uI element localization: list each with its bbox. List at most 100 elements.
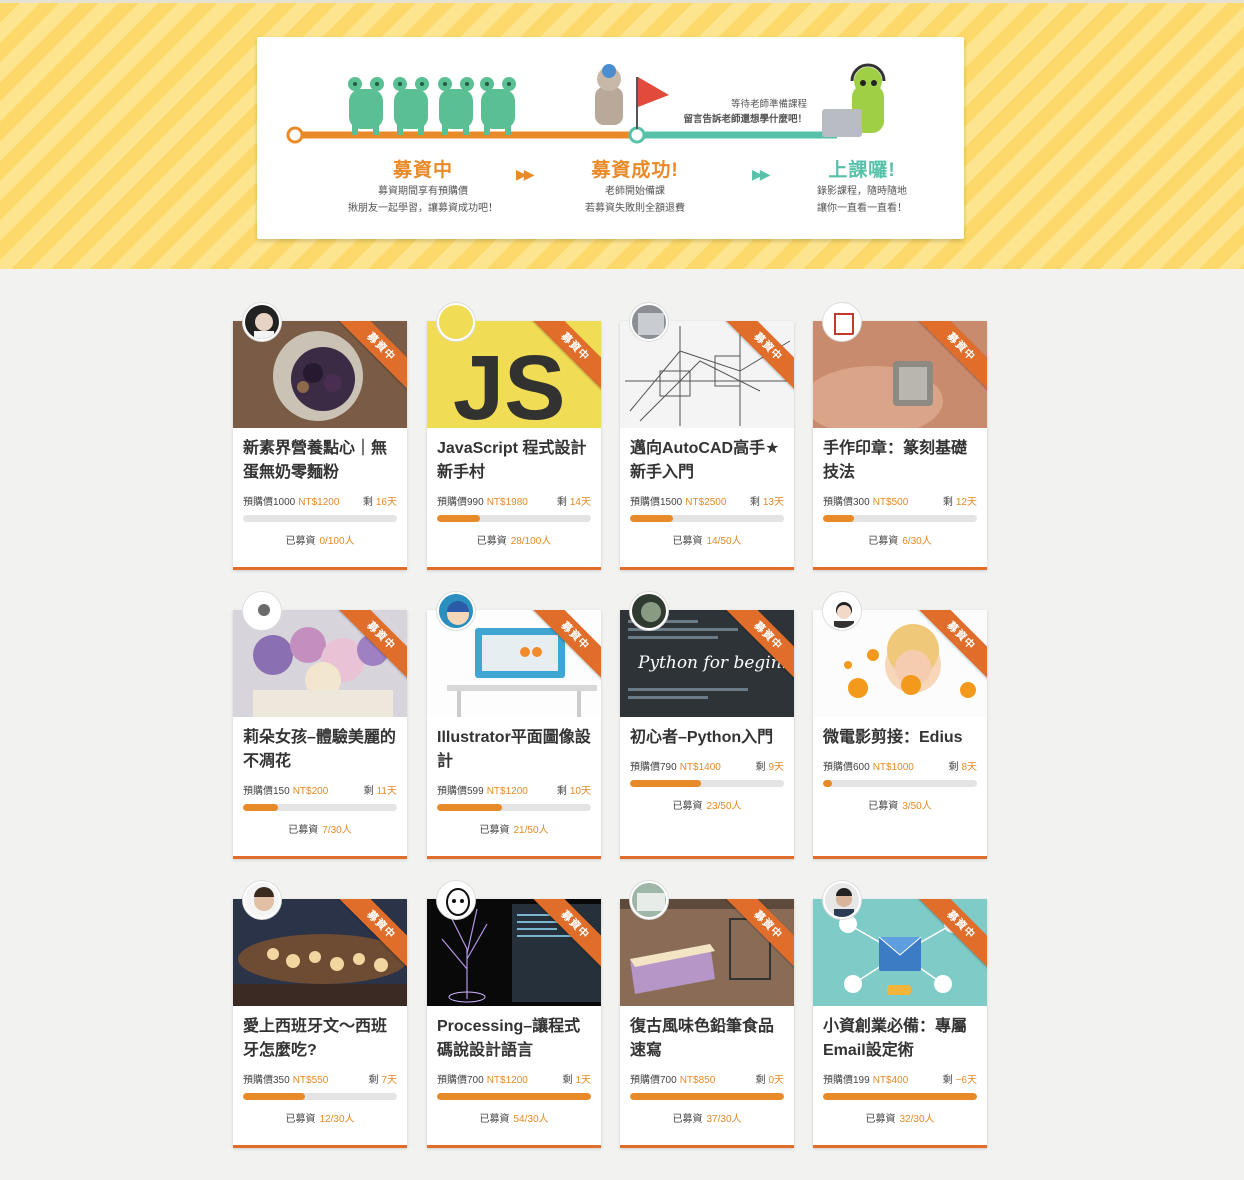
teacher-avatar[interactable] bbox=[630, 592, 668, 630]
course-card[interactable]: Python for beginners 募資中 初心者–Python入門 預購… bbox=[620, 592, 794, 859]
course-card[interactable]: 募資中 Illustrator平面圖像設計 預購價 599 NT$1200 剩 1… bbox=[427, 592, 601, 859]
course-title[interactable]: Processing–讓程式碼說設計語言 bbox=[427, 1006, 601, 1070]
note-line: 等待老師準備課程 bbox=[730, 99, 807, 110]
teacher-avatar[interactable] bbox=[243, 303, 281, 341]
teacher-avatar[interactable] bbox=[243, 881, 281, 919]
presale-price: 199 bbox=[853, 1075, 870, 1086]
presale-label: 預購價 bbox=[437, 786, 467, 797]
presale-label: 預購價 bbox=[630, 1075, 660, 1086]
teacher-avatar[interactable] bbox=[823, 303, 861, 341]
course-card[interactable]: 募資中 邁向AutoCAD高手★新手入門 預購價 1500 NT$2500 剩 1… bbox=[620, 303, 794, 570]
presale-price: 599 bbox=[467, 786, 484, 797]
teacher-avatar[interactable] bbox=[437, 303, 475, 341]
remaining-days: 1天 bbox=[575, 1075, 591, 1086]
remaining-label: 剩 bbox=[556, 786, 567, 797]
progress-fill bbox=[243, 804, 279, 811]
raised-count: 12/30人 bbox=[319, 1114, 355, 1125]
remaining-label: 剩 bbox=[562, 1075, 573, 1086]
presale-price: 150 bbox=[273, 786, 290, 797]
raised-count: 7/30人 bbox=[322, 825, 352, 836]
remaining-label: 剩 bbox=[755, 762, 766, 773]
original-price: NT$2500 bbox=[685, 497, 727, 508]
course-card[interactable]: 募資中 小資創業必備：專屬Email設定術 預購價 199 NT$400 剩 −6… bbox=[813, 881, 987, 1148]
course-title[interactable]: 復古風味色鉛筆食品速寫 bbox=[620, 1006, 794, 1070]
price-row: 預購價 990 NT$1980 剩 14天 bbox=[427, 496, 601, 510]
course-title[interactable]: 新素界營養點心｜無蛋無奶零麵粉 bbox=[233, 428, 407, 492]
course-card[interactable]: 募資中 愛上西班牙文～西班牙怎麼吃? 預購價 350 NT$550 剩 7天 已募… bbox=[233, 881, 407, 1148]
raised-row: 已募資 3/50人 bbox=[813, 797, 987, 812]
presale-price: 350 bbox=[273, 1075, 290, 1086]
course-title[interactable]: 愛上西班牙文～西班牙怎麼吃? bbox=[233, 1006, 407, 1070]
progress-fill bbox=[630, 1093, 784, 1100]
original-price: NT$1200 bbox=[486, 786, 528, 797]
step-fundraising: 募資中 募資期間享有預購價 揪朋友一起學習，讓募資成功吧！ bbox=[337, 155, 509, 216]
original-price: NT$1200 bbox=[486, 1075, 528, 1086]
progress-bar bbox=[243, 1093, 397, 1100]
raised-row: 已募資 0/100人 bbox=[233, 532, 407, 547]
presale-price: 790 bbox=[660, 762, 677, 773]
crowdfunding-process-panel: 募資中 募資期間享有預購價 揪朋友一起學習，讓募資成功吧！ ▶▶ 募資成功! 老… bbox=[257, 37, 964, 239]
frog-icon bbox=[393, 77, 429, 135]
step-funded: 募資成功! 老師開始備課 若募資失敗則全額退費 bbox=[560, 155, 710, 216]
progress-bar bbox=[823, 1093, 977, 1100]
raised-count: 0/100人 bbox=[319, 536, 355, 547]
hero-banner: 募資中 募資期間享有預購價 揪朋友一起學習，讓募資成功吧！ ▶▶ 募資成功! 老… bbox=[0, 0, 1244, 269]
presale-label: 預購價 bbox=[823, 1075, 853, 1086]
course-card[interactable]: 募資中 微電影剪接：Edius 預購價 600 NT$1000 剩 8天 已募資 3… bbox=[813, 592, 987, 859]
price-row: 預購價 790 NT$1400 剩 9天 bbox=[620, 761, 794, 775]
course-card[interactable]: 募資中 新素界營養點心｜無蛋無奶零麵粉 預購價 1000 NT$1200 剩 16… bbox=[233, 303, 407, 570]
teacher-avatar[interactable] bbox=[823, 881, 861, 919]
raised-row: 已募資 7/30人 bbox=[233, 821, 407, 836]
svg-text:JS: JS bbox=[453, 337, 566, 428]
course-title[interactable]: JavaScript 程式設計新手村 bbox=[427, 428, 601, 492]
step-desc: 讓你一直看一直看！ bbox=[817, 203, 907, 214]
remaining-label: 剩 bbox=[942, 1075, 953, 1086]
course-title[interactable]: 初心者–Python入門 bbox=[620, 717, 794, 757]
progress-bar bbox=[823, 515, 977, 522]
teacher-avatar[interactable] bbox=[437, 592, 475, 630]
frog-icon bbox=[480, 77, 516, 135]
progress-bar bbox=[243, 515, 397, 522]
course-card[interactable]: JS 募資中 JavaScript 程式設計新手村 預購價 990 NT$1980… bbox=[427, 303, 601, 570]
course-card[interactable]: 募資中 Processing–讓程式碼說設計語言 預購價 700 NT$1200 … bbox=[427, 881, 601, 1148]
course-title[interactable]: 邁向AutoCAD高手★新手入門 bbox=[620, 428, 794, 492]
laptop-frog-icon bbox=[822, 63, 886, 137]
progress-bar bbox=[630, 780, 784, 787]
course-card[interactable]: 募資中 莉朵女孩–體驗美麗的不凋花 預購價 150 NT$200 剩 11天 已募… bbox=[233, 592, 407, 859]
price-row: 預購價 1000 NT$1200 剩 16天 bbox=[233, 496, 407, 510]
presale-price: 1500 bbox=[660, 497, 683, 508]
raised-label: 已募資 bbox=[476, 536, 507, 547]
teacher-avatar[interactable] bbox=[437, 881, 475, 919]
raised-row: 已募資 28/100人 bbox=[427, 532, 601, 547]
price-row: 預購價 600 NT$1000 剩 8天 bbox=[813, 761, 987, 775]
teacher-avatar[interactable] bbox=[823, 592, 861, 630]
teacher-avatar[interactable] bbox=[630, 303, 668, 341]
step-class-start: 上課囉! 錄影課程，隨時隨地 讓你一直看一直看！ bbox=[802, 155, 922, 216]
teacher-avatar[interactable] bbox=[243, 592, 281, 630]
presale-price: 600 bbox=[853, 762, 870, 773]
remaining-days: 10天 bbox=[569, 786, 591, 797]
remaining-days: 7天 bbox=[381, 1075, 397, 1086]
course-card[interactable]: 募資中 手作印章：篆刻基礎技法 預購價 300 NT$500 剩 12天 已募資 6… bbox=[813, 303, 987, 570]
course-title[interactable]: 莉朵女孩–體驗美麗的不凋花 bbox=[233, 717, 407, 781]
teacher-avatar[interactable] bbox=[630, 881, 668, 919]
remaining-days: 9天 bbox=[768, 762, 784, 773]
step-title: 募資中 bbox=[392, 160, 453, 181]
course-title[interactable]: 小資創業必備：專屬Email設定術 bbox=[813, 1006, 987, 1070]
course-title[interactable]: Illustrator平面圖像設計 bbox=[427, 717, 601, 781]
original-price: NT$1400 bbox=[679, 762, 721, 773]
arrow-icon: ▶▶ bbox=[516, 166, 534, 182]
remaining-days: 12天 bbox=[955, 497, 977, 508]
raised-row: 已募資 14/50人 bbox=[620, 532, 794, 547]
raised-count: 6/30人 bbox=[902, 536, 932, 547]
price-row: 預購價 700 NT$1200 剩 1天 bbox=[427, 1074, 601, 1088]
course-card[interactable]: 募資中 復古風味色鉛筆食品速寫 預購價 700 NT$850 剩 0天 已募資 37… bbox=[620, 881, 794, 1148]
raised-label: 已募資 bbox=[479, 1114, 510, 1125]
progress-bar bbox=[437, 515, 591, 522]
progress-fill bbox=[243, 1093, 305, 1100]
raised-label: 已募資 bbox=[672, 1114, 703, 1125]
presale-label: 預購價 bbox=[437, 497, 467, 508]
progress-bar bbox=[437, 804, 591, 811]
course-title[interactable]: 微電影剪接：Edius bbox=[813, 717, 987, 757]
course-title[interactable]: 手作印章：篆刻基礎技法 bbox=[813, 428, 987, 492]
